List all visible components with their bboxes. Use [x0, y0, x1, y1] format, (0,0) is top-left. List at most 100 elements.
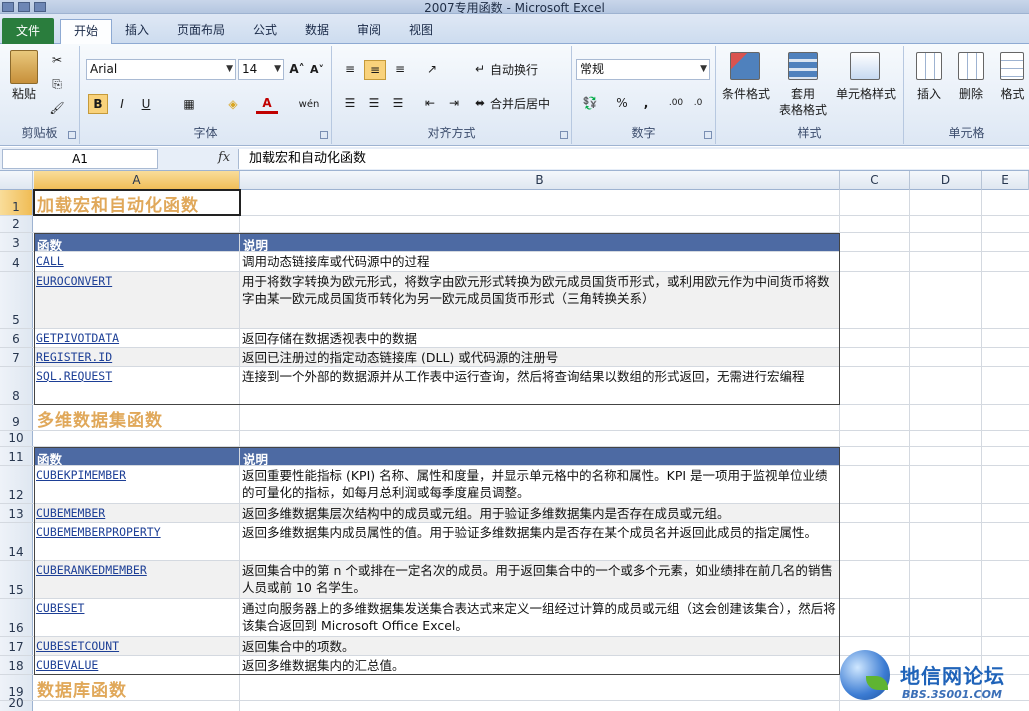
cell[interactable] — [982, 504, 1029, 522]
table-header-function[interactable]: 函数 — [34, 233, 240, 251]
align-middle-icon[interactable]: ≡ — [364, 60, 386, 80]
delete-cells-icon[interactable] — [958, 52, 984, 80]
cell[interactable] — [982, 190, 1029, 215]
row-header[interactable]: 1 — [0, 190, 33, 215]
cell[interactable] — [910, 431, 982, 446]
cell[interactable] — [982, 272, 1029, 328]
conditional-format-button[interactable]: 条件格式 — [716, 86, 776, 102]
function-link-cell[interactable]: SQL.REQUEST — [34, 367, 240, 404]
cut-icon[interactable]: ✂ — [48, 52, 66, 68]
currency-icon[interactable]: 💱 — [578, 94, 602, 112]
cell[interactable] — [910, 190, 982, 215]
font-name-select[interactable]: Arial ▼ — [86, 59, 236, 80]
align-left-icon[interactable]: ☰ — [340, 94, 360, 112]
merge-center-button[interactable]: 合并后居中 — [490, 96, 570, 112]
number-launcher-icon[interactable] — [704, 131, 712, 139]
number-format-select[interactable]: 常规 ▼ — [576, 59, 710, 80]
tab-insert[interactable]: 插入 — [116, 19, 158, 44]
row-header[interactable]: 2 — [0, 216, 33, 232]
tab-review[interactable]: 审阅 — [348, 19, 390, 44]
row-header[interactable]: 11 — [0, 447, 33, 465]
formula-input[interactable]: 加载宏和自动化函数 — [238, 149, 1029, 169]
cell[interactable]: 数据库函数 — [34, 675, 240, 700]
description-cell[interactable]: 调用动态链接库或代码源中的过程 — [240, 252, 840, 271]
cell[interactable] — [840, 504, 910, 522]
function-link-cell[interactable]: CUBEVALUE — [34, 656, 240, 674]
description-cell[interactable]: 返回多维数据集内的汇总值。 — [240, 656, 840, 674]
wrap-text-button[interactable]: 自动换行 — [490, 62, 560, 78]
cell[interactable] — [240, 216, 840, 232]
insert-cells-icon[interactable] — [916, 52, 942, 80]
align-center-icon[interactable]: ☰ — [364, 94, 384, 112]
cell[interactable] — [910, 272, 982, 328]
cell[interactable] — [840, 599, 910, 636]
cell[interactable] — [840, 367, 910, 404]
decrease-indent-icon[interactable]: ⇤ — [420, 94, 440, 112]
function-link-cell[interactable]: CUBEKPIMEMBER — [34, 466, 240, 503]
align-right-icon[interactable]: ☰ — [388, 94, 408, 112]
description-cell[interactable]: 用于将数字转换为欧元形式，将数字由欧元形式转换为欧元成员国货币形式，或利用欧元作… — [240, 272, 840, 328]
cell[interactable] — [910, 329, 982, 347]
cell[interactable] — [840, 405, 910, 430]
cell[interactable]: 多维数据集函数 — [34, 405, 240, 430]
format-cells-button[interactable]: 格式 — [996, 86, 1029, 102]
increase-decimal-icon[interactable]: .00 — [666, 94, 686, 112]
cell[interactable] — [240, 675, 840, 700]
paste-icon[interactable] — [10, 50, 38, 84]
cell[interactable] — [982, 523, 1029, 560]
row-header[interactable]: 20 — [0, 696, 33, 711]
row-header[interactable]: 3 — [0, 233, 33, 251]
description-cell[interactable]: 返回集合中的项数。 — [240, 637, 840, 655]
row-header[interactable]: 8 — [0, 367, 33, 404]
cell[interactable] — [34, 431, 240, 446]
table-header-description[interactable]: 说明 — [240, 447, 840, 465]
phonetic-icon[interactable]: wén — [296, 94, 322, 114]
cell[interactable] — [910, 504, 982, 522]
cell[interactable] — [840, 233, 910, 251]
row-header[interactable]: 12 — [0, 466, 33, 503]
table-header-function[interactable]: 函数 — [34, 447, 240, 465]
row-header[interactable]: 7 — [0, 348, 33, 366]
cell[interactable] — [840, 272, 910, 328]
column-header-d[interactable]: D — [910, 171, 982, 190]
cell[interactable] — [982, 561, 1029, 598]
cell[interactable] — [910, 561, 982, 598]
fill-color-icon[interactable]: ◈ — [222, 94, 244, 114]
grow-font-icon[interactable]: A˄ — [288, 60, 306, 78]
function-link-cell[interactable]: EUROCONVERT — [34, 272, 240, 328]
delete-cells-button[interactable]: 删除 — [950, 86, 992, 102]
merge-center-icon[interactable]: ⬌ — [472, 94, 488, 112]
cell[interactable] — [982, 447, 1029, 465]
cell[interactable] — [910, 233, 982, 251]
description-cell[interactable]: 返回重要性能指标 (KPI) 名称、属性和度量，并显示单元格中的名称和属性。KP… — [240, 466, 840, 503]
chevron-down-icon[interactable]: ▼ — [226, 60, 233, 79]
format-cells-icon[interactable] — [1000, 52, 1024, 80]
function-link-cell[interactable]: CUBERANKEDMEMBER — [34, 561, 240, 598]
italic-icon[interactable]: I — [112, 94, 132, 114]
cell-styles-icon[interactable] — [850, 52, 880, 80]
cell[interactable] — [240, 701, 840, 711]
column-header-c[interactable]: C — [840, 171, 910, 190]
description-cell[interactable]: 返回已注册过的指定动态链接库 (DLL) 或代码源的注册号 — [240, 348, 840, 366]
copy-icon[interactable]: ⎘ — [48, 76, 66, 92]
row-header[interactable]: 15 — [0, 561, 33, 598]
cell[interactable] — [840, 447, 910, 465]
cell[interactable] — [910, 367, 982, 404]
tab-data[interactable]: 数据 — [296, 19, 338, 44]
clipboard-launcher-icon[interactable] — [68, 131, 76, 139]
function-link-cell[interactable]: REGISTER.ID — [34, 348, 240, 366]
format-as-table-icon[interactable] — [788, 52, 818, 80]
chevron-down-icon[interactable]: ▼ — [274, 60, 281, 79]
function-link-cell[interactable]: CUBEMEMBERPROPERTY — [34, 523, 240, 560]
cell[interactable] — [982, 348, 1029, 366]
cell[interactable] — [982, 599, 1029, 636]
align-top-icon[interactable]: ≡ — [340, 60, 360, 78]
cell[interactable] — [910, 466, 982, 503]
table-header-description[interactable]: 说明 — [240, 233, 840, 251]
font-color-icon[interactable]: A — [256, 94, 278, 114]
comma-icon[interactable]: , — [638, 94, 654, 112]
row-header[interactable]: 5 — [0, 272, 33, 328]
cell[interactable] — [982, 431, 1029, 446]
chevron-down-icon[interactable]: ▼ — [700, 60, 707, 79]
row-header[interactable]: 4 — [0, 252, 33, 271]
